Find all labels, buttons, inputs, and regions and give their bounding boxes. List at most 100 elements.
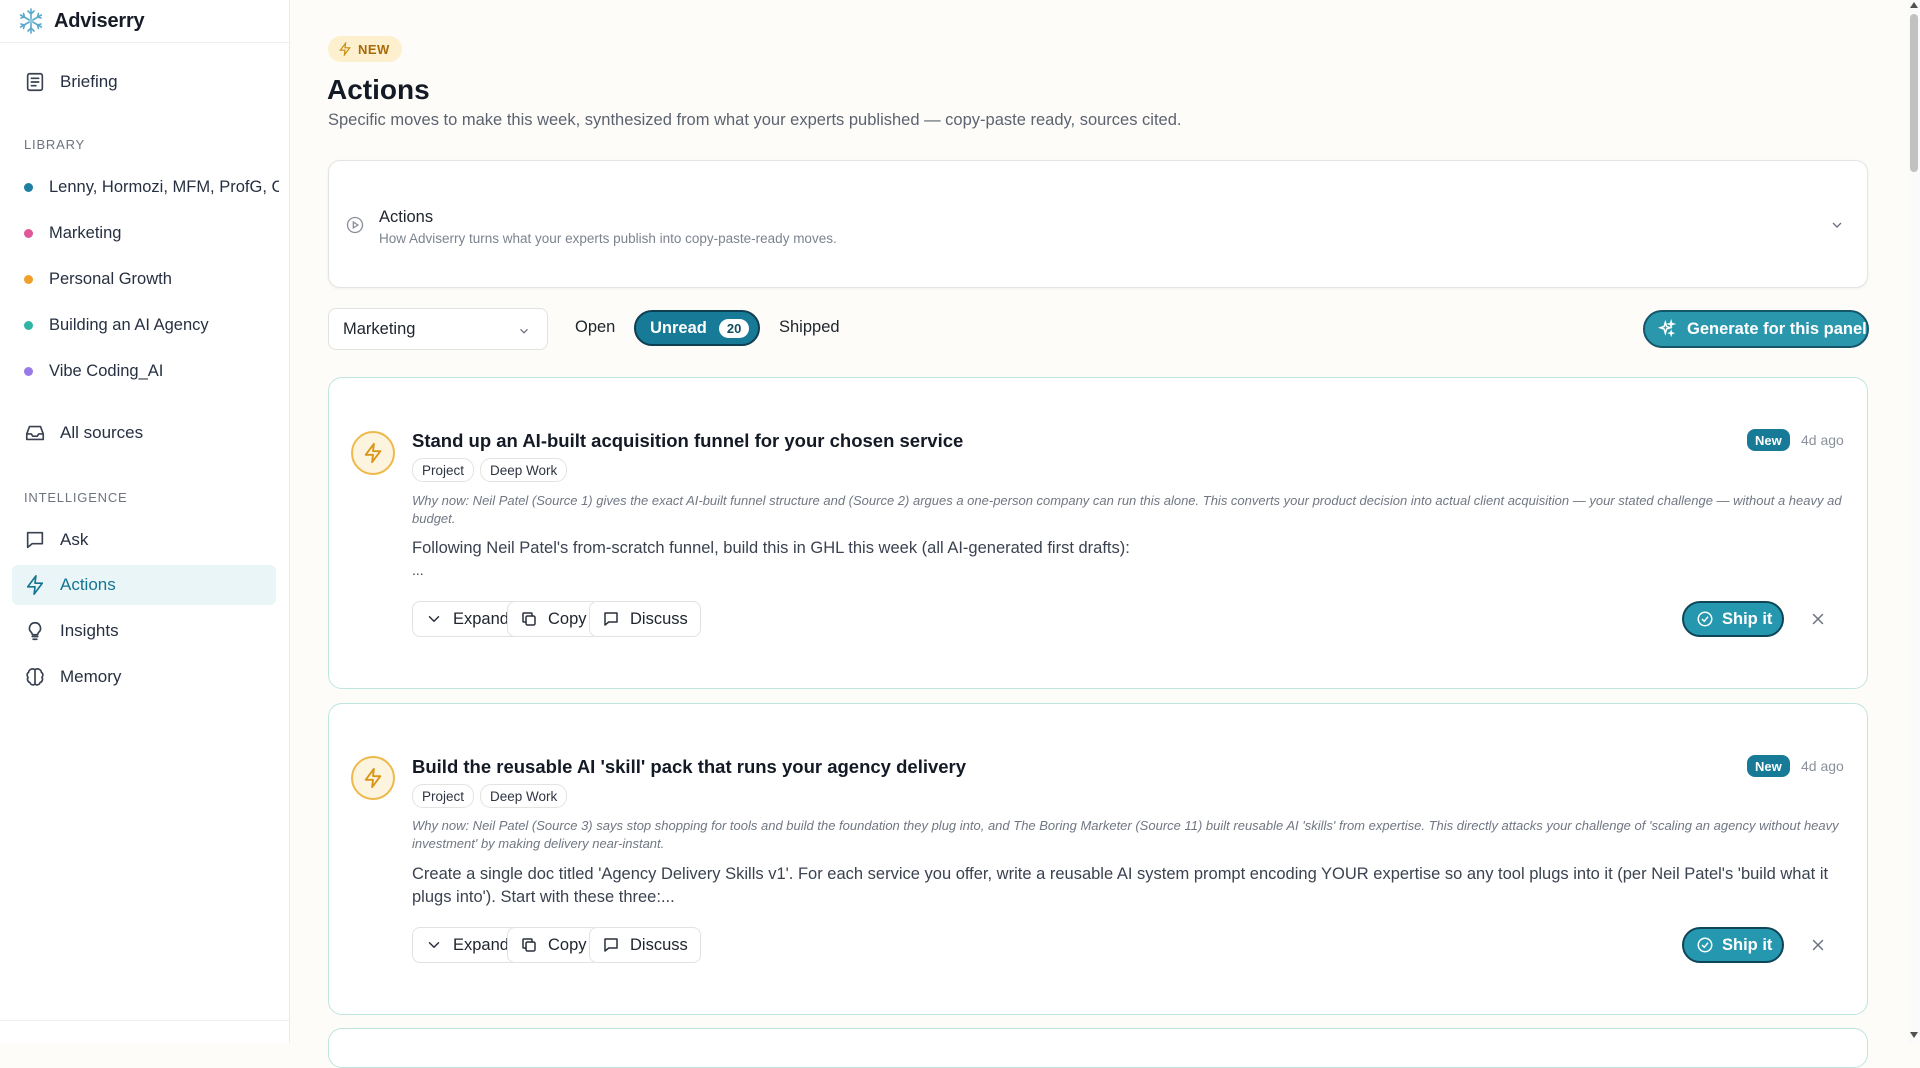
timestamp: 4d ago bbox=[1801, 432, 1844, 448]
generate-button-label: Generate for this panel bbox=[1687, 319, 1867, 338]
expand-button[interactable]: Expand bbox=[412, 601, 522, 637]
app-name: Adviserry bbox=[54, 9, 145, 32]
copy-label: Copy bbox=[548, 935, 587, 954]
expand-label: Expand bbox=[453, 609, 509, 628]
tab-shipped[interactable]: Shipped bbox=[779, 318, 840, 337]
intelligence-section-label: INTELLIGENCE bbox=[24, 490, 128, 505]
library-dot bbox=[24, 182, 33, 192]
chevron-down-icon bbox=[428, 942, 440, 948]
library-dot bbox=[24, 320, 33, 330]
ship-it-label: Ship it bbox=[1722, 935, 1773, 954]
play-circle-icon bbox=[346, 216, 364, 234]
status-badge: New bbox=[1747, 429, 1790, 451]
nav-actions-label: Actions bbox=[60, 575, 116, 594]
info-card-title: Actions bbox=[379, 208, 434, 226]
scroll-down-arrow-icon[interactable] bbox=[1910, 1032, 1918, 1038]
library-item-lenny[interactable]: Lenny, Hormozi, MFM, ProfG, C bbox=[24, 172, 279, 202]
scroll-thumb[interactable] bbox=[1910, 14, 1918, 172]
action-icon bbox=[351, 431, 395, 475]
page-subtitle: Specific moves to make this week, synthe… bbox=[328, 111, 1182, 129]
panel-select[interactable]: Marketing bbox=[328, 308, 548, 350]
main-content: NEW Actions Specific moves to make this … bbox=[290, 0, 1910, 1068]
library-item-label: Building an AI Agency bbox=[49, 315, 209, 334]
library-dot bbox=[24, 274, 33, 284]
action-card: Build the reusable AI 'skill' pack that … bbox=[328, 703, 1868, 1015]
message-square-icon bbox=[604, 612, 618, 626]
chevron-down-icon[interactable] bbox=[1829, 217, 1845, 233]
library-item-personal-growth[interactable]: Personal Growth bbox=[24, 264, 279, 294]
copy-label: Copy bbox=[548, 609, 587, 628]
timestamp: 4d ago bbox=[1801, 758, 1844, 774]
nav-all-sources[interactable]: All sources bbox=[12, 413, 276, 453]
scroll-up-arrow-icon[interactable] bbox=[1910, 2, 1918, 8]
close-icon[interactable] bbox=[1809, 610, 1827, 628]
library-item-ai-agency[interactable]: Building an AI Agency bbox=[24, 310, 279, 340]
ship-it-button[interactable]: Ship it bbox=[1682, 601, 1784, 637]
nav-insights[interactable]: Insights bbox=[12, 611, 276, 651]
message-square-icon bbox=[604, 938, 618, 952]
sparkles-icon bbox=[1657, 319, 1677, 338]
message-square-icon bbox=[26, 531, 44, 549]
lightbulb-icon bbox=[28, 621, 42, 641]
ship-it-label: Ship it bbox=[1722, 609, 1773, 628]
action-body: Following Neil Patel's from-scratch funn… bbox=[412, 539, 1130, 557]
library-item-vibe-coding[interactable]: Vibe Coding_AI bbox=[24, 356, 279, 386]
check-circle-icon bbox=[1697, 611, 1713, 627]
chevron-down-icon bbox=[520, 328, 528, 334]
copy-icon bbox=[522, 938, 536, 952]
sidebar: Adviserry Briefing LIBRARY Lenny, Hormoz… bbox=[0, 0, 290, 1043]
nav-insights-label: Insights bbox=[60, 621, 119, 640]
action-body: Create a single doc titled 'Agency Deliv… bbox=[412, 865, 1829, 906]
scrollbar[interactable] bbox=[1908, 0, 1920, 1043]
tab-unread-label: Unread bbox=[650, 318, 707, 337]
brain-icon bbox=[26, 668, 44, 686]
generate-button[interactable]: Generate for this panel bbox=[1643, 310, 1869, 348]
expand-label: Expand bbox=[453, 935, 509, 954]
panel-select-value: Marketing bbox=[343, 319, 416, 338]
nav-actions[interactable]: Actions bbox=[12, 565, 276, 605]
library-item-label: Vibe Coding_AI bbox=[49, 361, 164, 380]
inbox-icon bbox=[25, 425, 45, 441]
unread-count-badge: 20 bbox=[718, 318, 750, 338]
action-icon bbox=[351, 756, 395, 800]
action-body-ellipsis: ... bbox=[412, 562, 424, 578]
discuss-button[interactable]: Discuss bbox=[589, 927, 701, 963]
new-badge: NEW bbox=[328, 36, 402, 62]
library-item-marketing[interactable]: Marketing bbox=[24, 218, 279, 248]
nav-all-sources-label: All sources bbox=[60, 423, 144, 442]
info-card-subtitle: How Adviserry turns what your experts pu… bbox=[379, 231, 837, 246]
copy-icon bbox=[522, 612, 536, 626]
discuss-button[interactable]: Discuss bbox=[589, 601, 701, 637]
nav-briefing[interactable]: Briefing bbox=[12, 62, 276, 102]
info-card[interactable]: Actions How Adviserry turns what your ex… bbox=[328, 160, 1868, 288]
new-badge-label: NEW bbox=[358, 41, 390, 57]
brand[interactable]: Adviserry bbox=[0, 0, 289, 43]
discuss-label: Discuss bbox=[630, 935, 688, 954]
copy-button[interactable]: Copy bbox=[507, 601, 600, 637]
library-dot bbox=[24, 366, 33, 376]
action-why-now: Why now: Neil Patel (Source 1) gives the… bbox=[412, 493, 1842, 526]
check-circle-icon bbox=[1697, 937, 1713, 953]
tab-unread[interactable]: Unread 20 bbox=[634, 310, 760, 346]
expand-button[interactable]: Expand bbox=[412, 927, 522, 963]
sidebar-divider bbox=[0, 1020, 289, 1021]
close-icon[interactable] bbox=[1809, 936, 1827, 954]
tab-open[interactable]: Open bbox=[575, 318, 615, 337]
copy-button[interactable]: Copy bbox=[507, 927, 600, 963]
nav-memory-label: Memory bbox=[60, 667, 122, 686]
tag-deep-work: Deep Work bbox=[480, 784, 568, 808]
ship-it-button[interactable]: Ship it bbox=[1682, 927, 1784, 963]
bolt-icon bbox=[26, 575, 44, 595]
discuss-label: Discuss bbox=[630, 609, 688, 628]
newspaper-icon bbox=[26, 72, 44, 92]
library-section-label: LIBRARY bbox=[24, 137, 85, 152]
nav-ask[interactable]: Ask bbox=[12, 520, 276, 560]
library-item-label: Lenny, Hormozi, MFM, ProfG, C bbox=[49, 177, 279, 196]
library-item-label: Personal Growth bbox=[49, 269, 172, 288]
snowflake-logo-icon bbox=[19, 8, 43, 34]
nav-briefing-label: Briefing bbox=[60, 72, 118, 91]
page-title: Actions bbox=[327, 74, 430, 105]
bolt-icon bbox=[364, 767, 382, 789]
action-why-now: Why now: Neil Patel (Source 3) says stop… bbox=[412, 818, 1839, 851]
nav-memory[interactable]: Memory bbox=[12, 657, 276, 697]
